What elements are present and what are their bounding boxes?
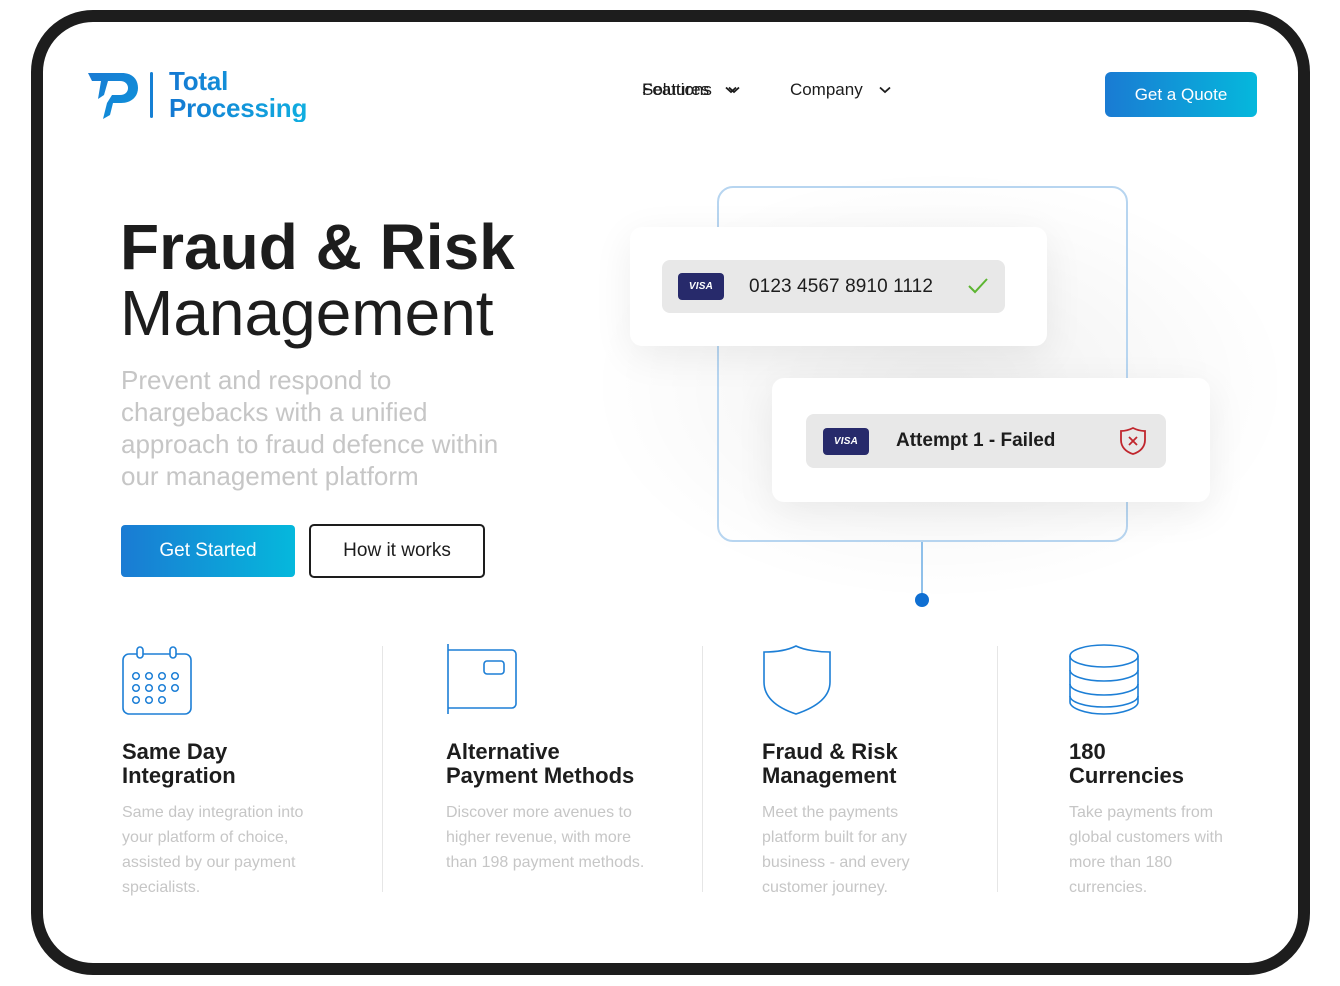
get-started-button[interactable]: Get Started: [121, 525, 295, 577]
main-nav: Solutions Company Features: [642, 80, 947, 100]
visa-logo-icon: VISA: [823, 427, 869, 455]
feature-title-line: Integration: [122, 763, 236, 788]
shield-x-icon: [1120, 426, 1146, 455]
card-row-success: VISA 0123 4567 8910 1112: [662, 260, 1005, 313]
feature-divider: [702, 646, 703, 892]
nav-item-company[interactable]: Company: [790, 80, 891, 100]
feature-title: Fraud & Risk Management: [762, 740, 942, 788]
feature-title: 180 Currencies: [1069, 740, 1239, 788]
feature-fraud-risk-management: Fraud & Risk Management Meet the payment…: [762, 644, 942, 900]
feature-180-currencies: 180 Currencies Take payments from global…: [1069, 644, 1239, 900]
nav-item-features[interactable]: Features: [642, 80, 737, 100]
calendar-icon: [122, 646, 192, 715]
feature-alternative-payment-methods: Alternative Payment Methods Discover mor…: [446, 644, 646, 875]
feature-description: Meet the payments platform built for any…: [762, 804, 910, 896]
card-row-failed: VISA Attempt 1 - Failed: [806, 414, 1166, 468]
page-title: Fraud & Risk Management: [120, 214, 515, 346]
feature-divider: [997, 646, 998, 892]
connector-line: [921, 542, 923, 596]
chevron-down-icon: [725, 86, 737, 94]
get-a-quote-button[interactable]: Get a Quote: [1105, 72, 1257, 117]
feature-title-line: Management: [762, 763, 897, 788]
feature-description: Discover more avenues to higher revenue,…: [446, 804, 645, 871]
feature-same-day-integration: Same Day Integration Same day integratio…: [122, 644, 332, 900]
logo-divider: [150, 72, 153, 118]
feature-title-line: 180: [1069, 739, 1106, 764]
feature-title: Alternative Payment Methods: [446, 740, 646, 788]
card-number: 0123 4567 8910 1112: [749, 275, 933, 297]
title-line-1: Fraud & Risk: [120, 211, 515, 283]
feature-title-line: Alternative: [446, 739, 560, 764]
logo-line-2: Processing: [169, 93, 308, 123]
visa-logo-icon: VISA: [678, 273, 724, 300]
logo-line-1: Total: [169, 66, 229, 96]
wallet-icon: [447, 644, 517, 714]
nav-label: Features: [642, 80, 710, 99]
device-frame: Total Processing Solutions Company Featu…: [31, 10, 1310, 975]
feature-description: Same day integration into your platform …: [122, 804, 304, 896]
connector-dot: [915, 593, 929, 607]
check-icon: [968, 278, 988, 294]
logo-wordmark: Total Processing: [169, 68, 307, 122]
chevron-down-icon: [879, 86, 891, 94]
how-it-works-button[interactable]: How it works: [309, 524, 485, 578]
feature-description: Take payments from global customers with…: [1069, 804, 1223, 896]
feature-divider: [382, 646, 383, 892]
title-line-2: Management: [120, 277, 494, 349]
feature-title-line: Fraud & Risk: [762, 739, 898, 764]
feature-title-line: Payment Methods: [446, 763, 635, 788]
feature-title: Same Day Integration: [122, 740, 332, 788]
total-processing-logo-icon: [88, 73, 138, 119]
hero-subtitle: Prevent and respond to chargebacks with …: [121, 365, 499, 491]
feature-title-line: Currencies: [1069, 763, 1184, 788]
coins-stack-icon: [1069, 644, 1139, 715]
nav-label: Company: [789, 80, 863, 99]
feature-title-line: Same Day: [122, 739, 228, 764]
brand-logo[interactable]: Total Processing: [86, 68, 307, 122]
attempt-status: Attempt 1 - Failed: [896, 430, 1056, 451]
shield-icon: [763, 645, 831, 715]
